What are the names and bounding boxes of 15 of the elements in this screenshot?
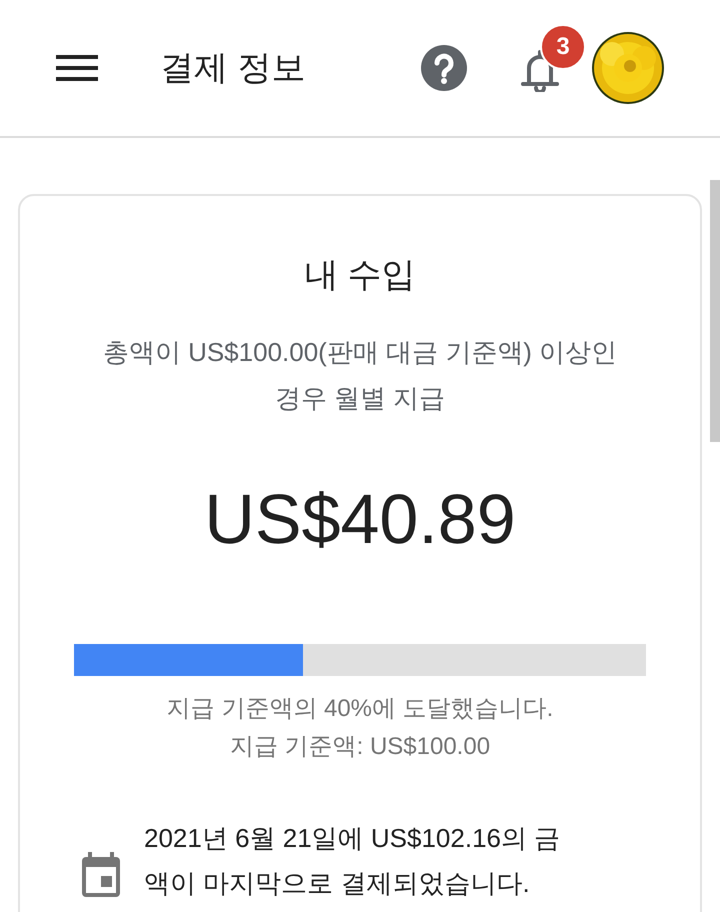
threshold-text: 지급 기준액: US$100.00 — [230, 732, 490, 762]
notifications-button[interactable]: 3 — [520, 22, 586, 114]
help-icon — [420, 44, 468, 92]
notification-badge: 3 — [540, 24, 586, 70]
earnings-amount: US$40.89 — [204, 479, 516, 560]
help-button[interactable] — [420, 44, 468, 92]
description: 총액이 US$100.00(판매 대금 기준액) 이상인 경우 월별 지급 — [102, 336, 618, 415]
menu-button[interactable] — [56, 52, 98, 84]
last-payment-text: 2021년 6월 21일에 US$102.16의 금액이 마지막으로 결제되었습니다. — [144, 822, 562, 900]
page-title: 결제 정보 — [160, 48, 306, 88]
progress-caption: 지급 기준액의 40%에 도달했습니다. — [166, 694, 554, 724]
scrollbar[interactable] — [710, 180, 720, 442]
menu-icon — [56, 53, 98, 83]
card-title: 내 수입 — [304, 255, 416, 296]
calendar-icon — [80, 852, 122, 898]
